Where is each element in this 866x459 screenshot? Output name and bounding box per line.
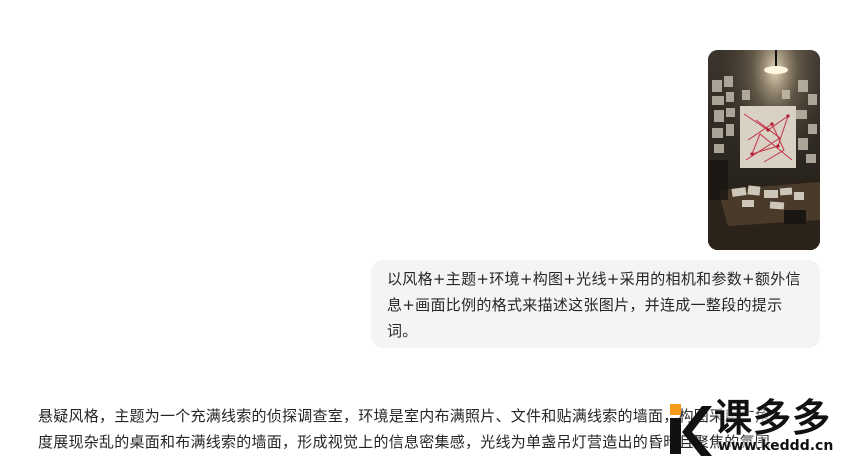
chat-page: 以风格+主题+环境+构图+光线+采用的相机和参数+额外信息+画面比例的格式来描述… xyxy=(0,0,866,459)
user-message-text: 以风格+主题+环境+构图+光线+采用的相机和参数+额外信息+画面比例的格式来描述… xyxy=(387,270,801,340)
watermark-logo-icon xyxy=(670,404,712,456)
detective-room-photo-icon xyxy=(708,50,820,250)
watermark: 课多多 www.keddd.cn xyxy=(668,396,866,459)
watermark-title: 课多多 xyxy=(714,396,832,440)
watermark-url: www.keddd.cn xyxy=(718,438,834,454)
uploaded-image-thumbnail[interactable] xyxy=(708,50,820,250)
user-message-bubble: 以风格+主题+环境+构图+光线+采用的相机和参数+额外信息+画面比例的格式来描述… xyxy=(371,260,820,348)
